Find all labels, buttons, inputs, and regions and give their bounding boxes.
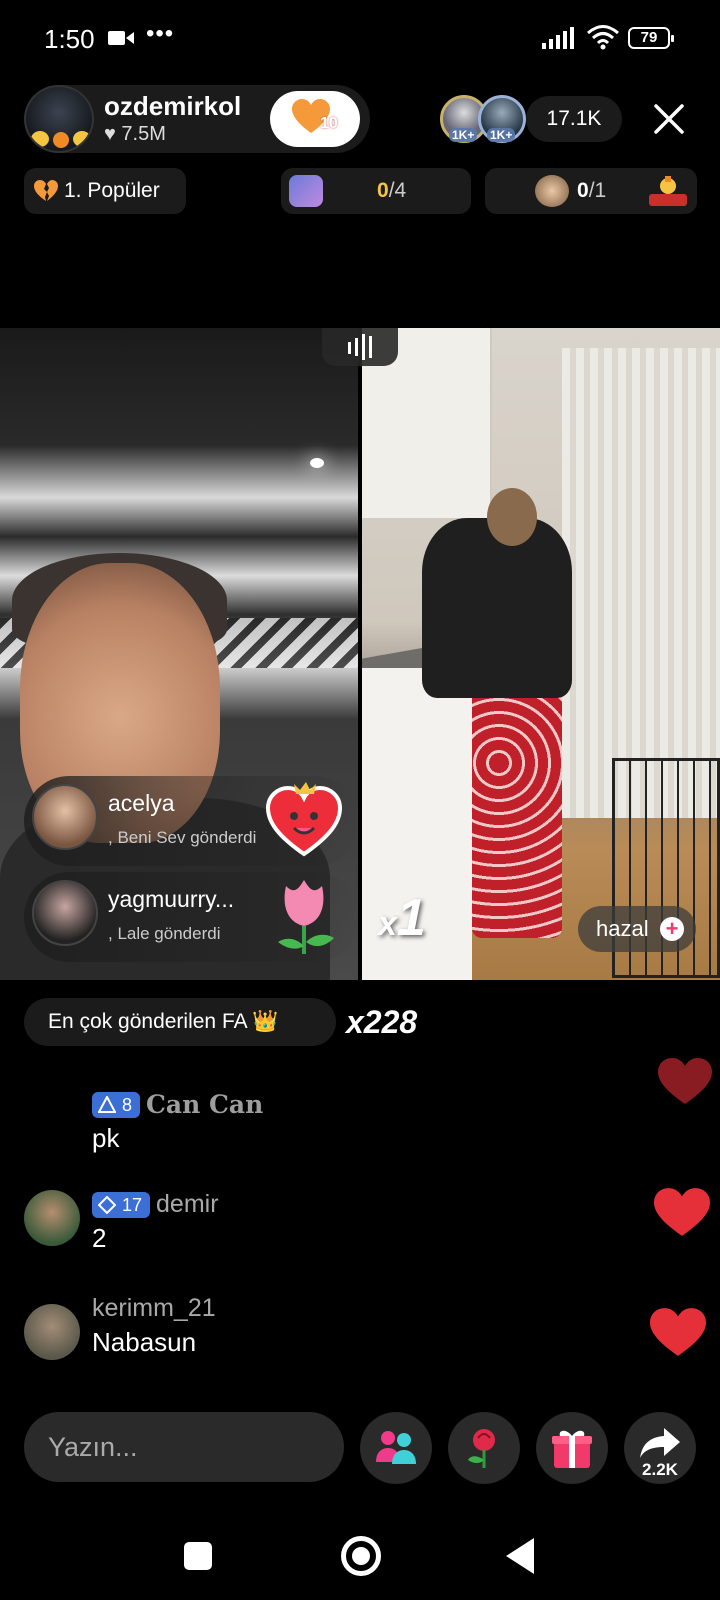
status-bar: 1:50 ••• 79 <box>0 0 720 78</box>
home-button[interactable] <box>341 1536 381 1576</box>
guest-body <box>422 518 572 698</box>
audio-bars-icon <box>348 334 372 360</box>
rose-icon <box>468 1429 495 1468</box>
goal-progress[interactable]: 0/1 <box>485 168 697 214</box>
signal-icon <box>542 27 574 49</box>
gift-message: , Lale gönderdi <box>108 924 221 943</box>
share-button[interactable]: 2.2K <box>624 1412 696 1484</box>
gift-sender-name: yagmuurry... <box>108 886 235 912</box>
level-number: 17 <box>122 1194 143 1215</box>
back-button[interactable] <box>506 1538 534 1574</box>
gift-sender-icon <box>535 175 569 207</box>
heart-icon <box>658 1058 712 1104</box>
host-profile[interactable]: ozdemirkol ♥ 7.5M 10 <box>24 85 370 153</box>
triangle-level-icon <box>98 1095 116 1113</box>
pk-battle-video[interactable]: acelya , Beni Sev gönderdi yagmuurry... … <box>0 328 720 980</box>
gift-sender-name: acelya <box>108 790 175 816</box>
chat-body: 17 demir 2 <box>92 1190 219 1254</box>
heart-gift-icon <box>265 782 343 857</box>
rose-gift-button[interactable] <box>448 1412 520 1484</box>
host-likes: ♥ 7.5M <box>104 123 166 145</box>
chat-body: kerimm_21 Nabasun <box>92 1294 216 1358</box>
goal-current: 0 <box>577 179 589 202</box>
video-camera-icon <box>108 31 134 45</box>
multi-guest-button[interactable] <box>360 1412 432 1484</box>
goal-current: 0 <box>377 179 389 202</box>
status-time: 1:50 <box>44 24 95 54</box>
host-avatar[interactable] <box>24 85 94 153</box>
chat-username[interactable]: kerimm_21 <box>92 1294 216 1322</box>
goal-total: /4 <box>388 179 407 202</box>
top-viewer-avatar[interactable]: 1K+ <box>478 95 526 143</box>
host-name: ozdemirkol <box>104 91 242 121</box>
heart-icon <box>650 1308 706 1356</box>
fan-club-button[interactable]: 10 <box>270 91 360 147</box>
viewer-rank-badge: 1K+ <box>487 128 516 142</box>
heart-icon <box>654 1188 710 1236</box>
level-number: 8 <box>122 1094 133 1115</box>
level-badge: 8 <box>92 1091 141 1118</box>
guest-name: hazal <box>596 916 649 941</box>
multiplier-value: 1 <box>396 889 426 947</box>
chat-body: 8 Can Can pk <box>92 1090 263 1154</box>
goal-total: /1 <box>588 179 607 202</box>
chat-avatar[interactable] <box>24 1304 80 1360</box>
dragon-gift-icon <box>289 175 323 207</box>
wifi-icon <box>587 25 619 50</box>
chat-text: 2 <box>92 1223 107 1253</box>
guest-video[interactable] <box>362 328 720 980</box>
level-badge: 17 <box>92 1191 151 1218</box>
chat-username[interactable]: Can Can <box>146 1090 263 1119</box>
diamond-level-icon <box>98 1195 116 1214</box>
plus-icon[interactable]: + <box>660 917 684 941</box>
guest-follow-button[interactable]: hazal + <box>578 906 696 952</box>
guest-legs <box>472 688 562 938</box>
goal-count: 0/4 <box>377 168 406 214</box>
more-status-icon: ••• <box>146 20 175 47</box>
chat-text: pk <box>92 1123 120 1153</box>
viewer-count[interactable]: 17.1K <box>526 96 622 142</box>
top-gift-label[interactable]: En çok gönderilen FA 👑 <box>24 998 336 1046</box>
goal-progress[interactable]: 0/4 <box>281 168 471 214</box>
gift-box-icon <box>552 1430 592 1468</box>
chat-avatar[interactable] <box>24 1190 80 1246</box>
wreath-badge-icon <box>31 131 91 148</box>
tulip-gift-icon <box>278 880 334 954</box>
viewer-rank-badge: 1K+ <box>449 128 478 142</box>
window-curtain <box>562 348 720 818</box>
ceiling-lamp <box>310 458 324 468</box>
guest-head <box>487 488 537 546</box>
share-arrow-icon <box>640 1428 680 1458</box>
popular-rank-label: 1. Popüler <box>64 179 160 202</box>
gift-notification: yagmuurry... , Lale gönderdi <box>24 872 360 962</box>
chat-username[interactable]: demir <box>156 1190 219 1218</box>
battery-icon: 79 <box>628 27 674 49</box>
gift-notification: acelya , Beni Sev gönderdi <box>24 776 360 866</box>
broken-heart-icon <box>34 180 58 201</box>
gift-button[interactable] <box>536 1412 608 1484</box>
people-icon <box>376 1431 416 1464</box>
trophy-gift-icon <box>649 176 687 206</box>
share-count: 2.2K <box>642 1460 678 1479</box>
recents-button[interactable] <box>184 1542 212 1570</box>
gift-message: , Beni Sev gönderdi <box>108 828 257 847</box>
close-icon[interactable] <box>652 102 686 136</box>
multiplier-prefix: x <box>378 905 397 943</box>
chat-text: Nabasun <box>92 1327 197 1357</box>
goal-count: 0/1 <box>577 168 606 214</box>
system-nav-bar <box>0 1520 720 1600</box>
top-gift-count: x228 <box>346 1004 418 1040</box>
popular-rank[interactable]: 1. Popüler <box>24 168 186 214</box>
gift-multiplier: x1 <box>378 888 426 948</box>
gift-sender-avatar <box>32 784 98 850</box>
comment-input[interactable]: Yazın... <box>24 1412 344 1482</box>
gift-sender-avatar <box>32 880 98 946</box>
fan-level: 10 <box>320 115 338 132</box>
pk-divider-handle[interactable] <box>322 328 398 366</box>
